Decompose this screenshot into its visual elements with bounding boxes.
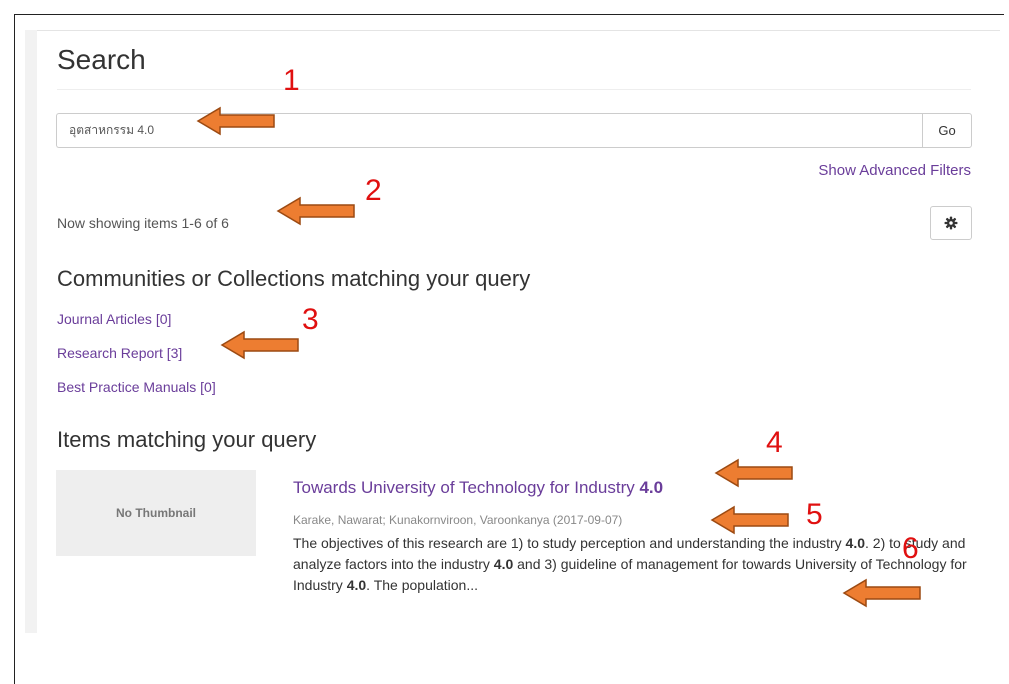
abstract-highlight: 4.0 <box>845 535 866 551</box>
abstract-highlight: 4.0 <box>493 556 514 572</box>
annotation-arrow-2 <box>276 196 355 226</box>
abstract-highlight: 4.0 <box>346 577 367 593</box>
annotation-arrow-4 <box>714 458 793 488</box>
abstract-text: . The population... <box>366 577 478 593</box>
annotation-arrow-5 <box>710 505 789 535</box>
community-link-journal-articles[interactable]: Journal Articles [0] <box>57 311 171 327</box>
page-title: Search <box>57 44 146 75</box>
thumbnail-placeholder-text: No Thumbnail <box>116 506 196 520</box>
item-title-text: Towards University of Technology for Ind… <box>293 478 640 497</box>
annotation-arrow-6 <box>842 578 921 608</box>
results-count: Now showing items 1-6 of 6 <box>57 215 229 231</box>
go-button[interactable]: Go <box>922 113 972 148</box>
show-advanced-filters-link[interactable]: Show Advanced Filters <box>818 162 971 179</box>
annotation-marker-5: 5 <box>806 498 823 531</box>
annotation-marker-6: 6 <box>902 532 919 565</box>
item-title-link[interactable]: Towards University of Technology for Ind… <box>293 478 663 498</box>
settings-button[interactable] <box>930 206 972 240</box>
annotation-arrow-3 <box>220 330 299 360</box>
communities-heading: Communities or Collections matching your… <box>57 266 531 291</box>
annotation-marker-1: 1 <box>283 64 300 97</box>
annotation-marker-4: 4 <box>766 426 783 459</box>
top-divider <box>37 30 1000 31</box>
gear-icon <box>944 216 958 230</box>
title-divider <box>57 89 971 90</box>
community-link-best-practice-manuals[interactable]: Best Practice Manuals [0] <box>57 379 216 395</box>
annotation-marker-2: 2 <box>365 174 382 207</box>
search-bar: Go <box>56 113 972 148</box>
annotation-arrow-1 <box>196 106 275 136</box>
item-thumbnail[interactable]: No Thumbnail <box>56 470 256 556</box>
search-input[interactable] <box>56 113 922 148</box>
community-link-research-report[interactable]: Research Report [3] <box>57 345 182 361</box>
items-heading: Items matching your query <box>57 427 317 452</box>
abstract-text: The objectives of this research are 1) t… <box>293 535 846 551</box>
item-title-highlight: 4.0 <box>639 478 664 497</box>
annotation-marker-3: 3 <box>302 303 319 336</box>
left-gutter <box>25 30 37 633</box>
item-authors-date: Karake, Nawarat; Kunakornviroon, Varoonk… <box>293 513 623 527</box>
